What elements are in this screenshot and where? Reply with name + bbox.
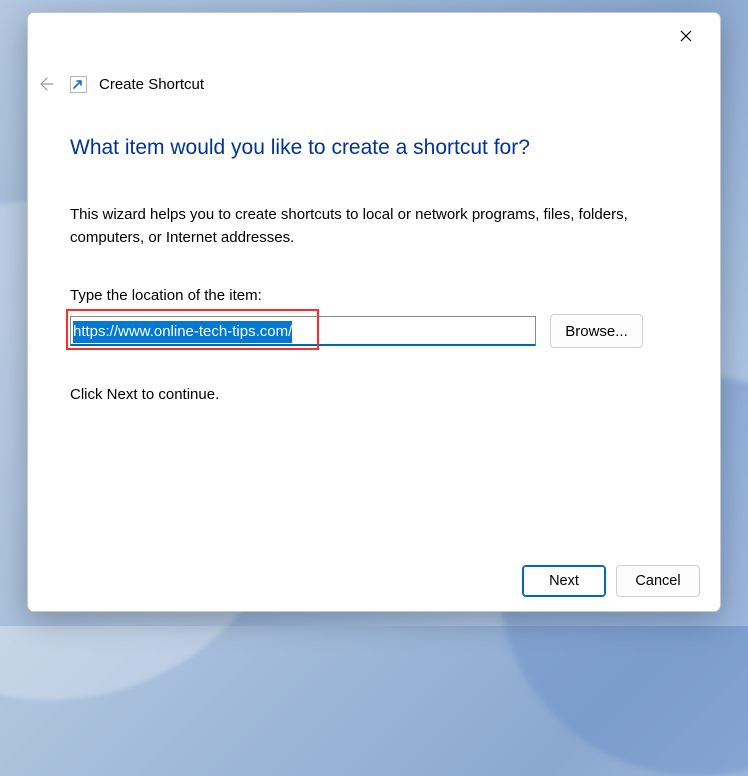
titlebar [28,13,720,59]
header-row: Create Shortcut [28,72,720,96]
browse-button[interactable]: Browse... [550,314,643,348]
header-title: Create Shortcut [99,76,204,93]
main-heading: What item would you like to create a sho… [70,136,678,160]
continue-text: Click Next to continue. [70,386,678,403]
next-button[interactable]: Next [522,565,606,597]
close-icon [680,30,692,42]
location-row: https://www.online-tech-tips.com/ Browse… [70,314,678,348]
cancel-button[interactable]: Cancel [616,565,700,597]
description-text: This wizard helps you to create shortcut… [70,204,678,249]
content-area: What item would you like to create a sho… [28,96,720,551]
location-label: Type the location of the item: [70,287,678,304]
footer: Next Cancel [28,551,720,611]
location-input-value: https://www.online-tech-tips.com/ [73,321,292,343]
back-button[interactable] [33,72,57,96]
location-input[interactable]: https://www.online-tech-tips.com/ [70,316,536,346]
arrow-left-icon [36,75,54,93]
close-button[interactable] [666,20,706,52]
shortcut-icon [70,76,87,93]
create-shortcut-window: Create Shortcut What item would you like… [27,12,721,612]
